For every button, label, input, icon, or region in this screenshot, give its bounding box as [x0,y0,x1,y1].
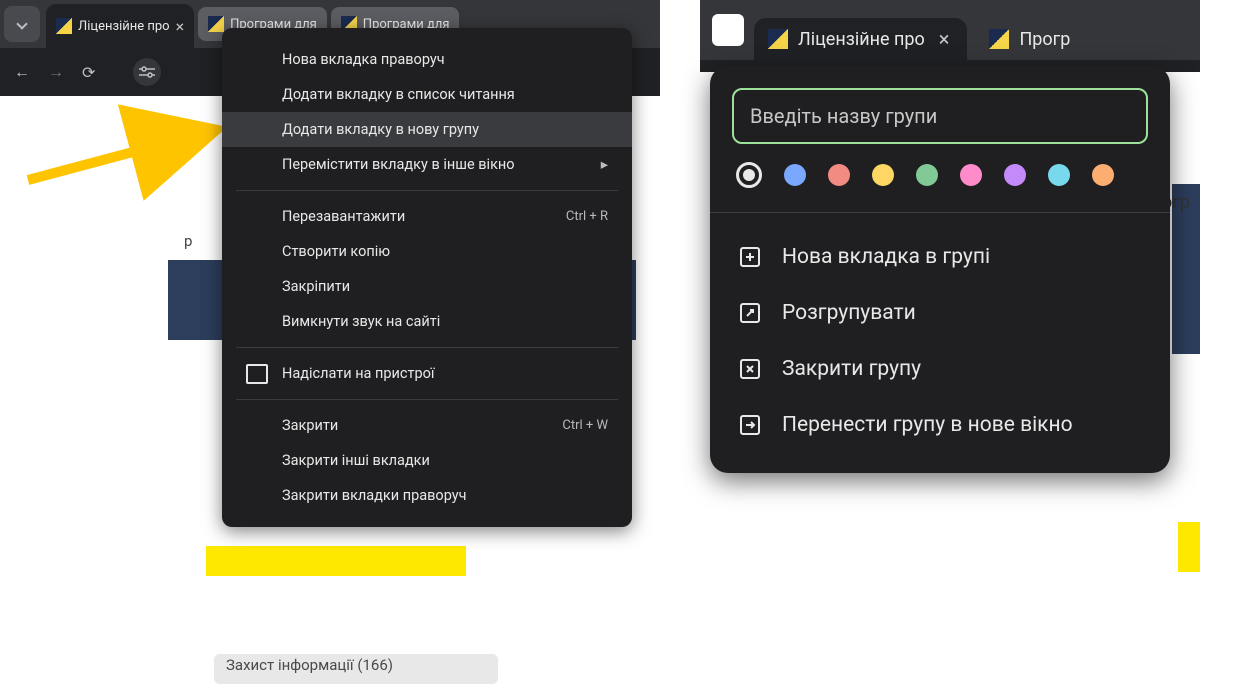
menu-label: Додати вкладку в нову групу [282,121,479,138]
menu-label: Перемістити вкладку в інше вікно [282,156,515,173]
menu-label: Створити копію [282,243,390,260]
tab-group-popup: Введіть назву групи Нова вкладка в групі… [710,66,1170,473]
color-picker-row [710,162,1170,196]
favicon-icon [56,18,72,34]
favicon-icon [208,16,224,32]
tab-title: Ліцензійне про [798,29,925,50]
menu-shortcut: Ctrl + R [566,209,608,224]
color-swatch-green[interactable] [916,164,938,186]
menu-send-to-devices[interactable]: Надіслати на пристрої [222,356,632,391]
menu-label: Нова вкладка праворуч [282,51,445,68]
popup-new-tab-in-group[interactable]: Нова вкладка в групі [710,229,1170,285]
popup-item-label: Нова вкладка в групі [782,245,990,269]
popup-item-label: Закрити групу [782,357,921,381]
menu-separator [236,399,618,400]
devices-icon [246,364,268,384]
browser-tab-active[interactable]: Ліцензійне про × [754,18,967,60]
left-screenshot: Ліцензійне про × Програми для Програми д… [0,0,660,584]
back-button[interactable]: ← [14,62,30,82]
color-swatch-blue[interactable] [784,164,806,186]
browser-tab[interactable]: Прогр [975,18,1084,60]
popup-item-label: Перенести групу в нове вікно [782,413,1073,437]
tab-bar: Ліцензійне про × Прогр [700,0,1200,60]
menu-label: Закріпити [282,278,350,295]
forward-button[interactable]: → [48,62,64,82]
menu-label: Закрити [282,417,338,434]
submenu-arrow-icon: ▸ [601,156,608,173]
popup-close-group[interactable]: Закрити групу [710,341,1170,397]
menu-separator [236,190,618,191]
popup-ungroup[interactable]: Розгрупувати [710,285,1170,341]
page-yellow-fragment [1178,522,1200,572]
tab-context-menu: Нова вкладка праворуч Додати вкладку в с… [222,28,632,527]
browser-tab-active[interactable]: Ліцензійне про × [46,4,194,48]
menu-mute-site[interactable]: Вимкнути звук на сайті [222,304,632,339]
popup-separator [710,212,1170,213]
menu-label: Надіслати на пристрої [282,365,434,382]
ungroup-icon [738,301,762,325]
menu-add-reading-list[interactable]: Додати вкладку в список читання [222,77,632,112]
popup-move-to-new-window[interactable]: Перенести групу в нове вікно [710,397,1170,453]
chevron-down-icon [16,18,27,29]
menu-close[interactable]: Закрити Ctrl + W [222,408,632,443]
tab-search-button[interactable] [4,6,40,42]
right-screenshot: Ліцензійне про × Прогр огр Введіть назву… [700,0,1200,584]
group-name-input[interactable]: Введіть назву групи [732,88,1148,144]
menu-label: Додати вкладку в список читання [282,86,515,103]
group-indicator[interactable] [712,14,744,46]
menu-shortcut: Ctrl + W [562,418,608,433]
menu-add-to-new-group[interactable]: Додати вкладку в нову групу [222,112,632,147]
menu-move-to-window[interactable]: Перемістити вкладку в інше вікно ▸ [222,147,632,182]
menu-label: Закрити вкладки праворуч [282,487,467,504]
menu-label: Перезавантажити [282,208,405,225]
menu-new-tab-right[interactable]: Нова вкладка праворуч [222,42,632,77]
tab-title: Ліцензійне про [78,19,170,34]
tune-icon [139,66,155,78]
close-icon[interactable]: × [176,17,185,36]
color-swatch-yellow[interactable] [872,164,894,186]
menu-separator [236,347,618,348]
move-window-icon [738,413,762,437]
close-group-icon [738,357,762,381]
menu-close-others[interactable]: Закрити інші вкладки [222,443,632,478]
site-settings-chip[interactable] [133,58,161,86]
menu-pin[interactable]: Закріпити [222,269,632,304]
close-icon[interactable]: × [935,27,954,51]
favicon-icon [989,29,1009,49]
popup-item-label: Розгрупувати [782,301,916,325]
tab-title: Прогр [1019,29,1070,50]
menu-label: Вимкнути звук на сайті [282,313,440,330]
page-chip-fragment: Захист інформації (166) [214,654,498,684]
page-yellow-fragment [206,546,466,576]
color-swatch-orange[interactable] [1092,164,1114,186]
new-tab-icon [738,245,762,269]
menu-duplicate[interactable]: Створити копію [222,234,632,269]
reload-button[interactable]: ⟳ [82,63,95,82]
color-swatch-red[interactable] [828,164,850,186]
color-swatch-purple[interactable] [1004,164,1026,186]
color-swatch-grey[interactable] [736,162,762,188]
color-swatch-pink[interactable] [960,164,982,186]
menu-close-right[interactable]: Закрити вкладки праворуч [222,478,632,513]
input-placeholder: Введіть назву групи [750,104,937,128]
color-swatch-cyan[interactable] [1048,164,1070,186]
favicon-icon [768,29,788,49]
menu-label: Закрити інші вкладки [282,452,430,469]
menu-reload[interactable]: Перезавантажити Ctrl + R [222,199,632,234]
